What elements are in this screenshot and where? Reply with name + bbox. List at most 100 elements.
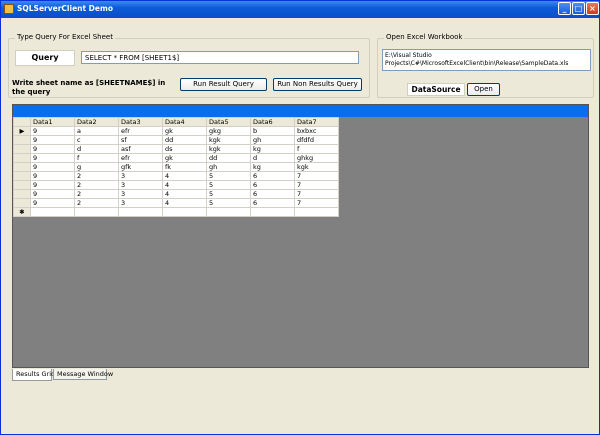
table-row[interactable]: 9 f efr gk dd d ghkg (13, 153, 339, 163)
table-cell[interactable]: efr (118, 153, 163, 163)
table-cell[interactable]: 4 (162, 171, 207, 181)
table-cell[interactable]: 3 (118, 180, 163, 190)
table-cell[interactable]: d (74, 144, 119, 154)
table-cell[interactable]: fk (162, 162, 207, 172)
table-cell[interactable]: 7 (294, 198, 339, 208)
table-cell[interactable] (294, 207, 339, 217)
row-header[interactable]: ▶ (13, 126, 31, 136)
table-cell[interactable]: dd (206, 153, 251, 163)
column-header[interactable]: Data3 (118, 117, 163, 127)
run-non-results-query-button[interactable]: Run Non Results Query (273, 78, 362, 91)
column-header[interactable]: Data1 (30, 117, 75, 127)
table-cell[interactable]: 5 (206, 189, 251, 199)
column-header[interactable]: Data6 (250, 117, 295, 127)
table-cell[interactable]: 9 (30, 135, 75, 145)
table-row[interactable]: 9 d asf ds kgk kg f (13, 144, 339, 154)
table-cell[interactable]: gk (162, 153, 207, 163)
table-cell[interactable]: a (74, 126, 119, 136)
table-cell[interactable]: g (74, 162, 119, 172)
workbook-path-field[interactable]: E:\Visual Studio Projects\C#\MicrosoftEx… (382, 49, 591, 71)
row-header[interactable] (13, 162, 31, 172)
row-header[interactable] (13, 180, 31, 190)
table-cell[interactable]: kgk (294, 162, 339, 172)
table-cell[interactable]: 2 (74, 180, 119, 190)
new-row-marker[interactable]: ✱ (13, 207, 31, 217)
table-cell[interactable]: 4 (162, 189, 207, 199)
table-cell[interactable]: asf (118, 144, 163, 154)
table-cell[interactable]: 7 (294, 189, 339, 199)
row-header-corner[interactable] (13, 117, 31, 127)
row-header[interactable] (13, 189, 31, 199)
table-cell[interactable]: f (74, 153, 119, 163)
table-row[interactable]: 9 c sf dd kgk gh dfdfd (13, 135, 339, 145)
table-row[interactable]: ▶ 9 a efr gk gkg b bxbxc (13, 126, 339, 136)
table-cell[interactable]: 9 (30, 126, 75, 136)
table-cell[interactable]: dfdfd (294, 135, 339, 145)
table-cell[interactable]: gfk (118, 162, 163, 172)
table-cell[interactable]: gk (162, 126, 207, 136)
table-row[interactable]: 9234567 (13, 198, 339, 208)
table-cell[interactable]: 3 (118, 171, 163, 181)
table-cell[interactable]: dd (162, 135, 207, 145)
table-cell[interactable]: 9 (30, 189, 75, 199)
table-cell[interactable]: 6 (250, 171, 295, 181)
column-header[interactable]: Data7 (294, 117, 339, 127)
table-cell[interactable]: ghkg (294, 153, 339, 163)
table-cell[interactable]: gh (250, 135, 295, 145)
table-cell[interactable]: kg (250, 162, 295, 172)
table-cell[interactable]: 9 (30, 162, 75, 172)
table-cell[interactable]: kg (250, 144, 295, 154)
row-header[interactable] (13, 198, 31, 208)
table-cell[interactable]: 2 (74, 198, 119, 208)
table-cell[interactable]: 9 (30, 198, 75, 208)
row-header[interactable] (13, 144, 31, 154)
table-cell[interactable]: 5 (206, 180, 251, 190)
table-cell[interactable]: efr (118, 126, 163, 136)
row-header[interactable] (13, 153, 31, 163)
table-cell[interactable] (162, 207, 207, 217)
column-header[interactable]: Data5 (206, 117, 251, 127)
table-cell[interactable]: bxbxc (294, 126, 339, 136)
table-cell[interactable]: 7 (294, 180, 339, 190)
table-cell[interactable]: kgk (206, 144, 251, 154)
table-cell[interactable]: 5 (206, 198, 251, 208)
table-cell[interactable] (250, 207, 295, 217)
results-grid[interactable]: Data1 Data2 Data3 Data4 Data5 Data6 Data7 ▶ 9 a e… (13, 117, 339, 217)
table-cell[interactable]: 6 (250, 198, 295, 208)
new-row[interactable]: ✱ (13, 207, 339, 217)
table-cell[interactable]: 4 (162, 198, 207, 208)
table-row[interactable]: 9234567 (13, 171, 339, 181)
table-cell[interactable]: 3 (118, 198, 163, 208)
minimize-button[interactable]: _ (558, 2, 571, 15)
table-cell[interactable] (118, 207, 163, 217)
table-row[interactable]: 9 g gfk fk gh kg kgk (13, 162, 339, 172)
table-cell[interactable]: 3 (118, 189, 163, 199)
table-cell[interactable]: 7 (294, 171, 339, 181)
table-cell[interactable]: f (294, 144, 339, 154)
title-bar[interactable]: SQLServerClient Demo _ □ × (1, 1, 599, 18)
query-input[interactable]: SELECT * FROM [SHEET1$] (81, 51, 359, 64)
table-cell[interactable]: 9 (30, 144, 75, 154)
table-cell[interactable]: 6 (250, 180, 295, 190)
row-header[interactable] (13, 135, 31, 145)
table-cell[interactable]: 9 (30, 171, 75, 181)
table-cell[interactable]: ds (162, 144, 207, 154)
open-button[interactable]: Open (467, 83, 500, 96)
results-grid-panel[interactable]: Data1 Data2 Data3 Data4 Data5 Data6 Data7 ▶ 9 a e… (12, 104, 589, 368)
table-cell[interactable]: 5 (206, 171, 251, 181)
table-cell[interactable]: 9 (30, 180, 75, 190)
table-cell[interactable] (74, 207, 119, 217)
table-cell[interactable]: 9 (30, 153, 75, 163)
table-cell[interactable]: 4 (162, 180, 207, 190)
table-cell[interactable]: c (74, 135, 119, 145)
table-cell[interactable]: 2 (74, 189, 119, 199)
close-button[interactable]: × (586, 2, 599, 15)
table-row[interactable]: 9234567 (13, 180, 339, 190)
table-cell[interactable] (30, 207, 75, 217)
column-header[interactable]: Data2 (74, 117, 119, 127)
table-cell[interactable]: 2 (74, 171, 119, 181)
table-cell[interactable]: b (250, 126, 295, 136)
table-cell[interactable]: gkg (206, 126, 251, 136)
table-row[interactable]: 9234567 (13, 189, 339, 199)
tab-results-grid[interactable]: Results Grid (12, 369, 55, 381)
